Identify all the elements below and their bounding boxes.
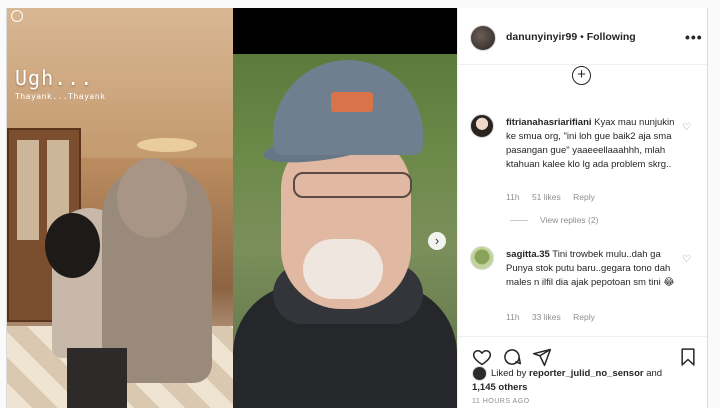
comment-likes[interactable]: 51 likes [532, 192, 561, 202]
side-panel: danunyinyir99 • Following ••• + fitriana… [457, 8, 707, 408]
heart-icon[interactable]: ♡ [682, 254, 691, 265]
separator: • [580, 31, 584, 43]
comment-username[interactable]: fitrianahasriarifiani [506, 117, 592, 128]
action-bar [458, 336, 707, 367]
view-replies[interactable]: View replies (2) [510, 215, 598, 225]
comment-likes[interactable]: 33 likes [532, 312, 561, 322]
comment-avatar[interactable] [470, 114, 494, 138]
reply-button[interactable]: Reply [573, 312, 595, 322]
comment-username[interactable]: sagitta.35 [506, 249, 550, 260]
post-header: danunyinyir99 • Following ••• [458, 8, 707, 65]
likes-others[interactable]: 1,145 others [472, 382, 527, 393]
heart-icon[interactable]: ♡ [682, 122, 691, 133]
add-circle-icon[interactable]: + [572, 66, 591, 85]
liked-by-and: and [646, 368, 663, 380]
chevron-right-icon[interactable]: › [428, 232, 446, 250]
portrait-photo [233, 54, 457, 408]
comment-avatar[interactable] [470, 246, 494, 270]
comment-time: 11h [506, 192, 520, 202]
reply-button[interactable]: Reply [573, 192, 595, 202]
story-photo: Ugh... Thayank...Thayank [7, 8, 233, 408]
comment-icon[interactable] [502, 347, 522, 367]
liked-by-prefix: Liked by [491, 368, 527, 380]
avatar[interactable] [470, 25, 496, 51]
more-options-icon[interactable]: ••• [685, 29, 703, 45]
following-button[interactable]: Following [587, 31, 636, 43]
heart-icon[interactable] [472, 347, 492, 367]
comment-time: 11h [506, 312, 520, 322]
story-title: Ugh... [15, 66, 94, 90]
post-modal: Ugh... Thayank...Thayank › danunyinyir99… [6, 8, 708, 408]
story-subtitle: Thayank...Thayank [15, 92, 106, 101]
username-link[interactable]: danunyinyir99 [506, 31, 577, 43]
liker-username[interactable]: reporter_julid_no_sensor [529, 368, 644, 379]
view-replies-label[interactable]: View replies (2) [540, 215, 598, 225]
post-author: danunyinyir99 • Following [506, 31, 636, 43]
post-timestamp: 11 HOURS AGO [472, 398, 530, 405]
comment-meta: 11h 51 likes Reply [506, 192, 605, 202]
comment-text: fitrianahasriarifiani Kyax mau nunjukin … [506, 116, 678, 172]
liker-avatar[interactable] [472, 366, 487, 381]
story-corner-icon [11, 10, 23, 22]
post-media: Ugh... Thayank...Thayank › [7, 8, 457, 408]
comment-text: sagitta.35 Tini trowbek mulu..dah ga Pun… [506, 248, 678, 290]
likes-summary: Liked by reporter_julid_no_sensor and 1,… [472, 366, 662, 395]
share-icon[interactable] [532, 347, 552, 367]
bookmark-icon[interactable] [678, 347, 698, 367]
comment-meta: 11h 33 likes Reply [506, 312, 605, 322]
